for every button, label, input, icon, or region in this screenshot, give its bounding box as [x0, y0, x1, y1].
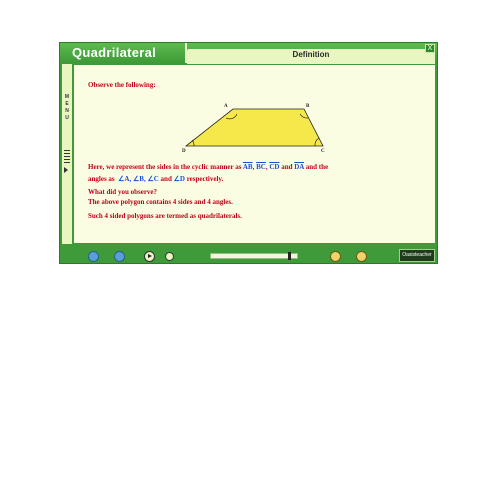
answer-text: The above polygon contains 4 sides and 4… — [88, 198, 233, 206]
side-bc: BC — [256, 163, 266, 171]
section-label: Definition — [292, 50, 330, 59]
info-icon[interactable] — [165, 252, 174, 261]
side-da: DA — [294, 163, 304, 171]
exit-icon[interactable] — [356, 251, 367, 262]
angle-b: ∠B, — [133, 175, 146, 183]
menu-label: M E N U — [63, 94, 71, 122]
menu-sidebar[interactable]: M E N U — [62, 64, 72, 244]
angle-d: ∠D — [173, 175, 185, 183]
and-word: and — [281, 163, 293, 171]
refresh-icon[interactable] — [114, 251, 125, 262]
sides-suffix: and the — [305, 163, 329, 171]
conclusion-text: Such 4 sided polygons are termed as quad… — [88, 212, 242, 220]
sides-sentence: Here, we represent the sides in the cycl… — [88, 163, 328, 171]
vertex-label-a: A — [224, 104, 228, 109]
section-tab: Definition — [187, 49, 435, 64]
angle-c: ∠C — [147, 175, 159, 183]
and-word: and — [160, 175, 172, 183]
app-window: Quadrilateral Definition X M E N U Obser… — [59, 42, 438, 264]
question-text: What did you observe? — [88, 188, 158, 196]
progress-handle[interactable] — [288, 252, 291, 260]
close-button[interactable]: X — [425, 44, 435, 53]
angle-a: ∠A, — [118, 175, 132, 183]
content-panel: Observe the following: A B C D Here, we … — [74, 65, 435, 243]
angles-intro: angles as — [88, 175, 115, 183]
comma: , — [265, 163, 268, 171]
angles-sentence: angles as ∠A, ∠B, ∠C and ∠D respectively… — [88, 175, 223, 183]
angles-suffix: respectively. — [186, 175, 224, 183]
bottom-toolbar: Oasisteacher — [60, 245, 437, 263]
title-bar: Quadrilateral Definition X — [60, 43, 437, 64]
back-icon[interactable] — [88, 251, 99, 262]
vertex-label-d: D — [182, 149, 186, 154]
comma: , — [252, 163, 255, 171]
menu-expand-icon[interactable] — [64, 167, 68, 173]
vertex-label-b: B — [306, 104, 310, 109]
vertex-label-c: C — [321, 149, 325, 154]
menu-grip-icon[interactable] — [64, 150, 70, 164]
side-cd: CD — [269, 163, 280, 171]
app-title: Quadrilateral — [72, 45, 157, 60]
menu-letter: E — [65, 101, 69, 107]
sides-intro: Here, we represent the sides in the cycl… — [88, 163, 242, 171]
progress-bar[interactable] — [210, 252, 298, 260]
menu-letter: N — [65, 108, 69, 114]
play-icon[interactable] — [144, 251, 155, 262]
menu-letter: U — [65, 115, 69, 121]
brand-logo: Oasisteacher — [399, 249, 435, 262]
side-ab: AB — [242, 163, 253, 171]
menu-letter: M — [64, 94, 70, 100]
quadrilateral-shape — [184, 108, 324, 147]
help-icon[interactable] — [330, 251, 341, 262]
